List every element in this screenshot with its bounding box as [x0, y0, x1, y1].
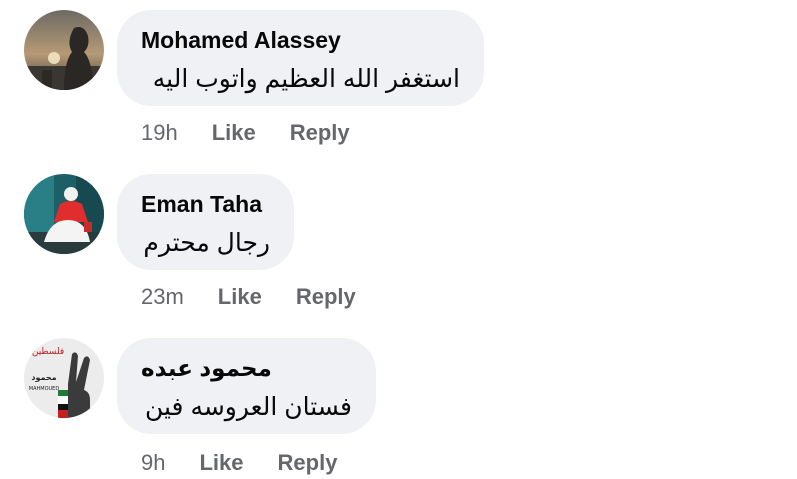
comment-bubble: Mohamed Alassey استغفر الله العظيم واتوب…	[117, 10, 484, 106]
avatar-photo: فلسطين محمود MAHMOUED	[24, 338, 104, 418]
like-button[interactable]: Like	[212, 120, 256, 146]
comment-actions: 23m Like Reply	[141, 284, 390, 310]
reply-button[interactable]: Reply	[290, 120, 350, 146]
reply-button[interactable]: Reply	[278, 450, 338, 476]
avatar-caption-line1: فلسطين	[32, 347, 64, 357]
reply-button[interactable]: Reply	[296, 284, 356, 310]
comment-bubble: Eman Taha رجال محترم	[117, 174, 294, 270]
comment-text: استغفر الله العظيم واتوب اليه	[152, 65, 460, 93]
comment-actions: 9h Like Reply	[141, 450, 371, 476]
avatar[interactable]: فلسطين محمود MAHMOUED	[24, 338, 104, 418]
avatar[interactable]	[24, 174, 104, 254]
comment-actions: 19h Like Reply	[141, 120, 384, 146]
comment-author-name[interactable]: Mohamed Alassey	[141, 27, 341, 54]
comment-timestamp[interactable]: 9h	[141, 450, 165, 476]
comment-bubble: محمود عبده فستان العروسه فين	[117, 338, 376, 434]
comment-text: فستان العروسه فين	[144, 393, 352, 421]
comment-timestamp[interactable]: 19h	[141, 120, 178, 146]
comments-list: Mohamed Alassey استغفر الله العظيم واتوب…	[0, 0, 797, 479]
avatar[interactable]	[24, 10, 104, 90]
avatar-photo	[24, 174, 104, 254]
comment-timestamp[interactable]: 23m	[141, 284, 184, 310]
like-button[interactable]: Like	[218, 284, 262, 310]
comment-text: رجال محترم	[143, 229, 270, 257]
like-button[interactable]: Like	[199, 450, 243, 476]
avatar-caption-line3: MAHMOUED	[29, 386, 60, 392]
avatar-photo	[24, 10, 104, 90]
avatar-caption-line2: محمود	[31, 373, 56, 382]
comment-author-name[interactable]: Eman Taha	[141, 191, 262, 218]
comment-author-name[interactable]: محمود عبده	[141, 355, 272, 382]
